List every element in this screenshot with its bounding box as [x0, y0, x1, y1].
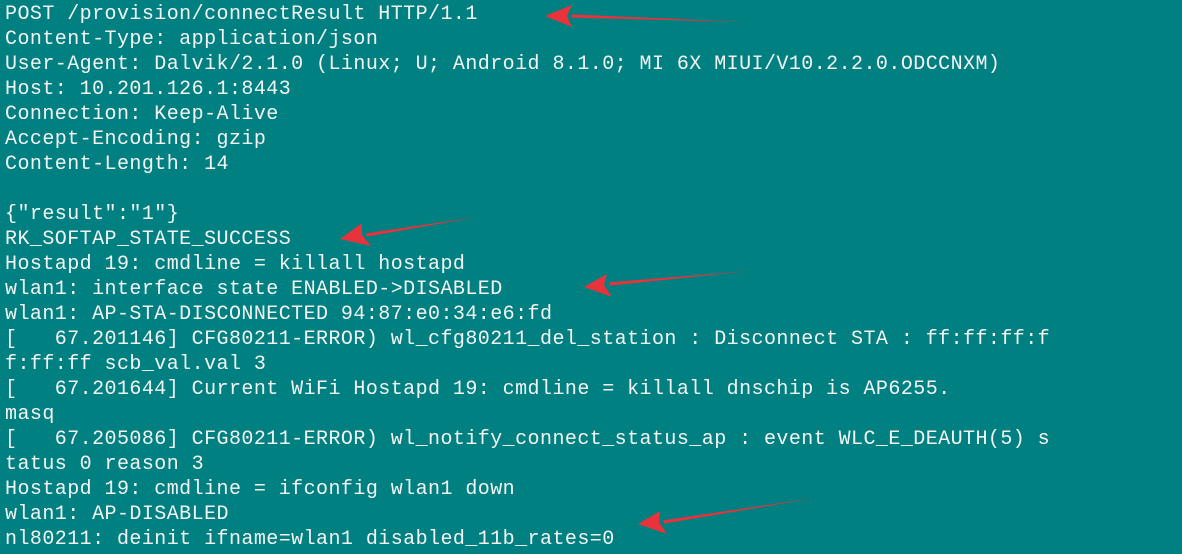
terminal-line-11: Hostapd 19: cmdline = killall hostapd — [5, 253, 466, 276]
terminal-line-10: RK_SOFTAP_STATE_SUCCESS — [5, 228, 292, 251]
terminal-line-4: Host: 10.201.126.1:8443 — [5, 78, 292, 101]
terminal-line-1: POST /provision/connectResult HTTP/1.1 — [5, 3, 478, 26]
terminal-window[interactable]: POST /provision/connectResult HTTP/1.1 C… — [0, 0, 1182, 554]
terminal-line-19: tatus 0 reason 3 — [5, 453, 205, 476]
terminal-line-15: f:ff:ff scb_val.val 3 — [5, 353, 267, 376]
terminal-line-20: Hostapd 19: cmdline = ifconfig wlan1 dow… — [5, 478, 516, 501]
terminal-line-22: nl80211: deinit ifname=wlan1 disabled_11… — [5, 528, 615, 551]
terminal-line-6: Accept-Encoding: gzip — [5, 128, 267, 151]
terminal-line-13: wlan1: AP-STA-DISCONNECTED 94:87:e0:34:e… — [5, 303, 553, 326]
terminal-line-14: [ 67.201146] CFG80211-ERROR) wl_cfg80211… — [5, 328, 1051, 351]
terminal-line-18: [ 67.205086] CFG80211-ERROR) wl_notify_c… — [5, 428, 1051, 451]
terminal-line-2: Content-Type: application/json — [5, 28, 379, 51]
terminal-line-12: wlan1: interface state ENABLED->DISABLED — [5, 278, 503, 301]
terminal-line-3: User-Agent: Dalvik/2.1.0 (Linux; U; Andr… — [5, 53, 1001, 76]
terminal-line-7: Content-Length: 14 — [5, 153, 229, 176]
terminal-line-9: {"result":"1"} — [5, 203, 180, 226]
terminal-line-5: Connection: Keep-Alive — [5, 103, 279, 126]
terminal-line-21: wlan1: AP-DISABLED — [5, 503, 229, 526]
terminal-line-17: masq — [5, 403, 55, 426]
terminal-line-16: [ 67.201644] Current WiFi Hostapd 19: cm… — [5, 378, 951, 401]
